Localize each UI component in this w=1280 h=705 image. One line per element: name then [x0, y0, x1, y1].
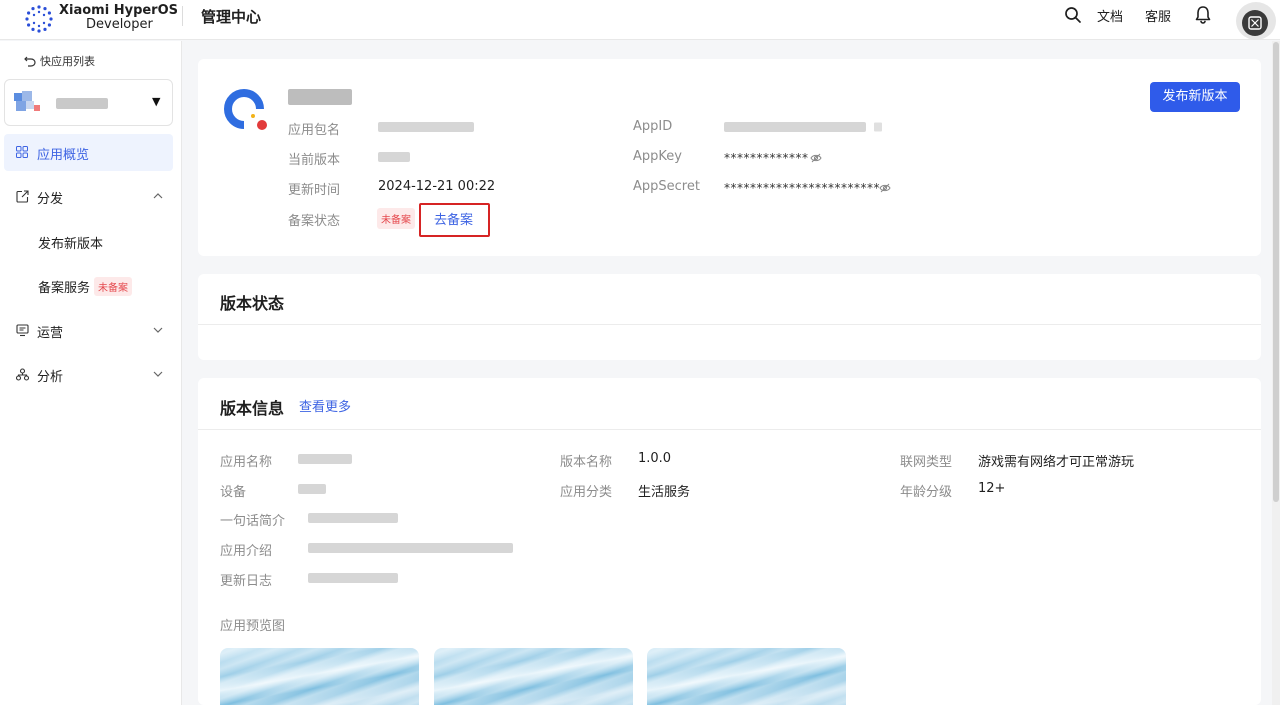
age-rating-label: 年龄分级 [900, 485, 953, 500]
back-to-app-list[interactable]: 快应用列表 [24, 53, 95, 69]
filing-status-label: 备案状态 [288, 214, 341, 229]
appid-value-redacted [724, 122, 866, 132]
sidebar-item-label: 备案服务 [38, 281, 91, 296]
app-thumbnail-icon [14, 91, 40, 111]
xiaomi-hyperos-logo[interactable]: Xiaomi HyperOS Developer [24, 2, 178, 36]
search-icon[interactable] [1064, 6, 1082, 24]
intro-label: 应用介绍 [220, 544, 273, 559]
chevron-down-icon [153, 371, 163, 377]
customer-service-link[interactable]: 客服 [1145, 6, 1171, 25]
device-label: 设备 [220, 485, 247, 500]
sidebar-item-label: 运营 [37, 326, 64, 341]
sidebar-item-publish-version[interactable]: 发布新版本 [38, 233, 103, 252]
changelog-value-redacted [308, 573, 398, 583]
hyperos-logo-icon [25, 5, 53, 33]
preview-image-3[interactable] [647, 648, 846, 705]
network-type-label: 联网类型 [900, 455, 953, 470]
eye-off-icon[interactable] [879, 183, 891, 193]
app-overview-card: 应用包名 当前版本 更新时间 2024-12-21 00:22 备案状态 未备案… [198, 59, 1261, 256]
appsecret-value: ************************ [724, 181, 880, 195]
go-filing-link[interactable]: 去备案 [434, 209, 473, 228]
package-value-redacted [378, 122, 474, 132]
update-time-label: 更新时间 [288, 183, 341, 198]
chevron-up-icon [153, 193, 163, 199]
copy-icon[interactable] [872, 122, 884, 132]
share-icon [16, 190, 29, 203]
version-info-title: 版本信息 [220, 399, 285, 418]
page-title: 管理中心 [201, 8, 262, 26]
brand-subtitle: Developer [86, 17, 153, 32]
changelog-label: 更新日志 [220, 574, 273, 589]
sidebar-item-analytics[interactable]: 分析 [0, 360, 182, 390]
app-name-redacted [56, 98, 108, 109]
intro-value-redacted [308, 543, 513, 553]
app-selector[interactable]: ▼ [4, 79, 173, 126]
sidebar: 快应用列表 ▼ 应用概览 分发 发布新版本 备案服务 未备案 运营 分析 [0, 41, 182, 705]
network-type-value: 游戏需有网络才可正常游玩 [978, 455, 1135, 470]
eye-off-icon[interactable] [810, 153, 822, 163]
scrollbar-thumb[interactable] [1273, 42, 1279, 502]
chevron-down-icon [153, 327, 163, 333]
category-value: 生活服务 [638, 485, 691, 500]
filing-status-badge: 未备案 [377, 208, 415, 229]
age-rating-value: 12+ [978, 481, 1006, 496]
sidebar-item-label: 分析 [37, 370, 64, 385]
unfiled-badge: 未备案 [94, 277, 133, 296]
appkey-value: ************* [724, 151, 809, 165]
brand-name: Xiaomi HyperOS [59, 3, 179, 18]
category-label: 应用分类 [560, 485, 613, 500]
version-name-value: 1.0.0 [638, 451, 672, 466]
back-arrow-icon [24, 56, 36, 67]
publish-new-version-button[interactable]: 发布新版本 [1150, 82, 1240, 112]
grid-icon [16, 146, 28, 158]
current-version-redacted [378, 152, 410, 162]
card-divider [198, 324, 1261, 325]
bell-icon[interactable] [1194, 5, 1212, 25]
docs-link[interactable]: 文档 [1097, 6, 1123, 25]
version-status-title: 版本状态 [220, 294, 285, 313]
preview-image-2[interactable] [434, 648, 633, 705]
top-header: Xiaomi HyperOS Developer 管理中心 文档 客服 [0, 0, 1280, 40]
update-time-value: 2024-12-21 00:22 [378, 179, 496, 194]
appsecret-label: AppSecret [633, 179, 700, 194]
device-value-redacted [298, 484, 326, 494]
monitor-icon [16, 324, 29, 337]
current-version-label: 当前版本 [288, 153, 341, 168]
avatar-icon [1242, 10, 1268, 36]
header-divider [182, 6, 183, 26]
tagline-label: 一句话简介 [220, 514, 286, 529]
version-name-label: 版本名称 [560, 455, 613, 470]
package-label: 应用包名 [288, 123, 341, 138]
sidebar-item-filing-service[interactable]: 备案服务 未备案 [38, 277, 133, 296]
preview-label: 应用预览图 [220, 619, 286, 634]
view-more-link[interactable]: 查看更多 [299, 396, 351, 415]
sidebar-item-overview[interactable]: 应用概览 [4, 134, 173, 171]
sidebar-item-label: 应用概览 [37, 148, 90, 163]
sidebar-item-operations[interactable]: 运营 [0, 316, 182, 346]
app-name-value-redacted [298, 454, 352, 464]
version-status-card: 版本状态 [198, 274, 1261, 360]
avatar[interactable] [1236, 2, 1276, 40]
tagline-value-redacted [308, 513, 398, 523]
appkey-label: AppKey [633, 149, 682, 164]
sidebar-item-label: 分发 [37, 192, 64, 207]
app-name-redacted [288, 89, 352, 105]
dropdown-caret-icon: ▼ [152, 95, 161, 108]
app-name-label: 应用名称 [220, 455, 273, 470]
sidebar-item-distribute[interactable]: 分发 [0, 182, 182, 212]
back-label: 快应用列表 [40, 55, 95, 68]
hierarchy-icon [16, 368, 29, 381]
preview-image-1[interactable] [220, 648, 419, 705]
version-info-card: 版本信息 查看更多 应用名称 设备 一句话简介 应用介绍 更新日志 版本名称 1… [198, 378, 1261, 705]
appid-label: AppID [633, 119, 673, 134]
card-divider [198, 429, 1261, 430]
app-logo-icon [224, 89, 267, 130]
